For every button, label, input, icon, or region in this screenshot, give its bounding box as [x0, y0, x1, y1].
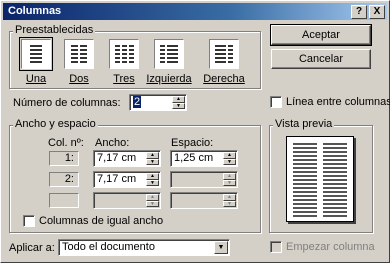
left-column-icon: [160, 45, 178, 63]
width-header: Ancho:: [95, 137, 130, 149]
preset-two-label: Dos: [69, 73, 89, 85]
three-columns-icon: [115, 45, 134, 63]
width-spin-2[interactable]: ▲ ▼: [146, 173, 159, 186]
num-columns-label: Número de columnas:: [13, 97, 121, 109]
ok-button[interactable]: Aceptar: [270, 24, 372, 46]
apply-to-value: Todo el documento: [62, 241, 155, 253]
line-between-checkbox[interactable]: [270, 96, 282, 108]
preview-group-label: Vista previa: [273, 118, 335, 130]
help-button[interactable]: ?: [351, 5, 367, 19]
spacing-field-3: ▲ ▼: [170, 192, 238, 209]
preset-one-label: Una: [25, 73, 47, 85]
apply-to-select[interactable]: Todo el documento ▼: [58, 239, 230, 256]
width-value-1: 7,17 cm: [97, 152, 137, 164]
num-columns-value: 2: [133, 96, 142, 108]
start-new-column-checkbox: [270, 241, 282, 253]
spin-down-icon: ▼: [223, 179, 236, 186]
spin-down-icon[interactable]: ▼: [146, 158, 159, 165]
preview-column-1: [293, 143, 317, 217]
preview-column-2: [323, 143, 347, 217]
width-spacing-group-label: Ancho y espacio: [13, 118, 98, 130]
spin-down-icon: ▼: [146, 200, 159, 207]
width-field-1[interactable]: 7,17 cm ▲ ▼: [93, 150, 161, 167]
presets-group-label: Preestablecidas: [13, 24, 96, 36]
preset-one-button[interactable]: [19, 37, 53, 71]
title-bar[interactable]: Columnas ? X: [3, 3, 387, 20]
num-columns-spin-buttons[interactable]: ▲ ▼: [172, 96, 185, 109]
num-columns-spinner[interactable]: 2 ▲ ▼: [129, 94, 187, 111]
width-field-2[interactable]: 7,17 cm ▲ ▼: [93, 171, 161, 188]
col-number-2: 2:: [49, 172, 79, 187]
width-spin-3: ▲ ▼: [146, 194, 159, 207]
two-columns-icon: [71, 45, 87, 63]
right-column-icon: [215, 45, 233, 63]
preset-three-label: Tres: [113, 73, 135, 85]
spacing-spin-3: ▲ ▼: [223, 194, 236, 207]
spacing-value-1: 1,25 cm: [174, 152, 214, 164]
col-number-1: 1:: [49, 151, 79, 166]
close-button[interactable]: X: [369, 5, 385, 19]
col-number-header: Col. nº:: [48, 137, 84, 149]
preset-three-button[interactable]: [109, 39, 139, 69]
spin-down-icon[interactable]: ▼: [146, 179, 159, 186]
apply-to-label: Aplicar a:: [9, 242, 55, 254]
preset-left-label: Izquierda: [146, 73, 192, 85]
preset-right-button[interactable]: [209, 39, 239, 69]
cancel-button[interactable]: Cancelar: [271, 49, 371, 69]
columns-dialog: Columnas ? X Preestablecidas Una Dos Tre…: [0, 0, 390, 263]
spacing-field-1[interactable]: 1,25 cm ▲ ▼: [170, 150, 238, 167]
dialog-title: Columnas: [8, 5, 62, 17]
one-column-icon: [30, 45, 42, 63]
col-number-3: [49, 193, 79, 208]
start-new-column-label: Empezar columna: [286, 241, 375, 253]
spin-down-icon[interactable]: ▼: [172, 102, 185, 109]
preset-two-button[interactable]: [64, 39, 94, 69]
spacing-spin-2: ▲ ▼: [223, 173, 236, 186]
equal-width-checkbox[interactable]: [23, 215, 35, 227]
preset-left-button[interactable]: [154, 39, 184, 69]
page-preview: [286, 136, 354, 222]
spacing-header: Espacio:: [171, 137, 214, 149]
spin-down-icon: ▼: [223, 200, 236, 207]
width-spin-1[interactable]: ▲ ▼: [146, 152, 159, 165]
dropdown-arrow-icon[interactable]: ▼: [214, 241, 228, 254]
spin-down-icon[interactable]: ▼: [223, 158, 236, 165]
equal-width-label: Columnas de igual ancho: [39, 215, 164, 227]
width-field-3: ▲ ▼: [93, 192, 161, 209]
preset-right-label: Derecha: [203, 73, 245, 85]
spacing-field-2: ▲ ▼: [170, 171, 238, 188]
spacing-spin-1[interactable]: ▲ ▼: [223, 152, 236, 165]
line-between-label: Línea entre columnas: [286, 96, 390, 108]
width-value-2: 7,17 cm: [97, 173, 137, 185]
